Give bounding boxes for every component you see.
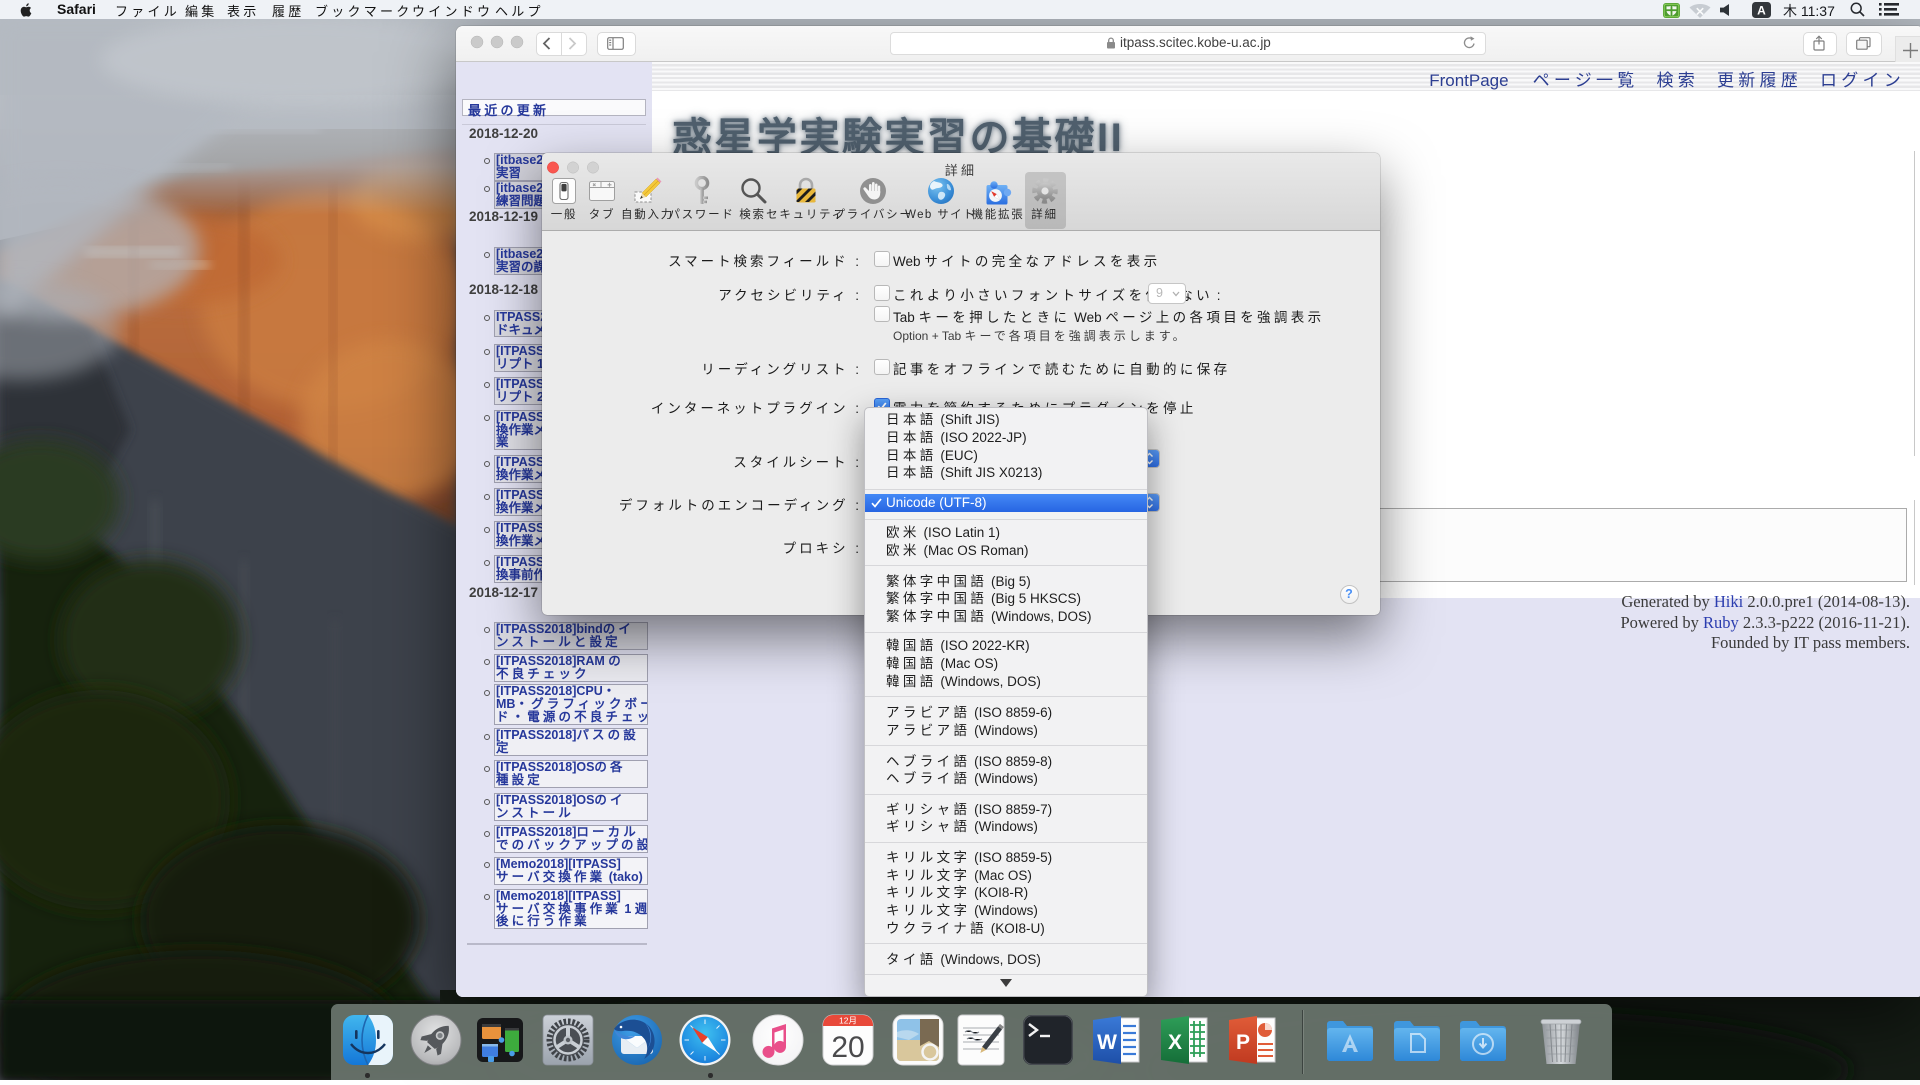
svg-text:X: X xyxy=(1168,1031,1182,1054)
svg-text:12月: 12月 xyxy=(839,1016,857,1026)
svg-text:W: W xyxy=(1097,1031,1117,1054)
svg-text:A: A xyxy=(1757,3,1766,17)
svg-text:P: P xyxy=(1236,1031,1250,1054)
svg-text:20: 20 xyxy=(831,1031,864,1064)
